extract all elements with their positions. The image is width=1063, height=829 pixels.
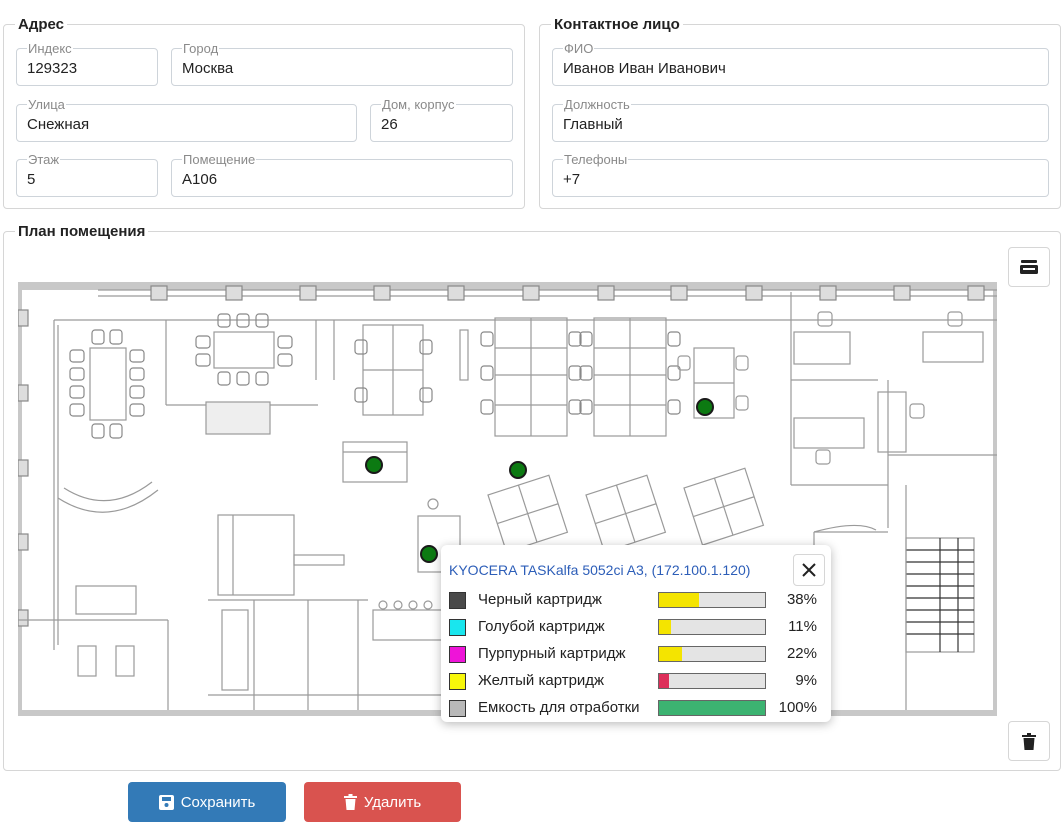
supply-percent: 11%: [788, 618, 817, 635]
name-label: ФИО: [563, 41, 595, 56]
supply-label: Емкость для отработки: [478, 699, 640, 716]
plan-legend: План помещения: [15, 223, 149, 241]
phones-label: Телефоны: [563, 152, 629, 167]
device-ip[interactable]: (172.100.1.120): [652, 562, 751, 578]
supply-color-swatch: [449, 592, 466, 609]
street-field[interactable]: Улица Снежная: [16, 98, 357, 142]
delete-label: Удалить: [363, 793, 422, 811]
device-title[interactable]: KYOCERA TASKalfa 5052ci A3, (172.100.1.1…: [449, 562, 750, 578]
printer-marker[interactable]: [420, 545, 438, 563]
supply-row: Пурпурный картридж 22%: [449, 644, 825, 664]
position-value: Главный: [563, 116, 623, 133]
position-field[interactable]: Должность Главный: [552, 98, 1049, 142]
floor-field[interactable]: Этаж 5: [16, 153, 158, 197]
index-value: 129323: [27, 60, 78, 77]
supply-level-fill: [659, 620, 671, 634]
printer-marker[interactable]: [365, 456, 383, 474]
supply-row: Голубой картридж 11%: [449, 617, 825, 637]
supply-label: Желтый картридж: [478, 672, 605, 689]
supply-level-bar: [658, 619, 766, 635]
supply-color-swatch: [449, 619, 466, 636]
supply-row: Черный картридж 38%: [449, 590, 825, 610]
house-value: 26: [381, 116, 398, 133]
city-value: Москва: [182, 60, 234, 77]
supply-row: Желтый картридж 9%: [449, 671, 825, 691]
name-value: Иванов Иван Иванович: [563, 60, 726, 77]
name-field[interactable]: ФИО Иванов Иван Иванович: [552, 42, 1049, 86]
room-label: Помещение: [182, 152, 257, 167]
supply-percent: 100%: [778, 699, 817, 716]
supply-level-bar: [658, 673, 766, 689]
supply-color-swatch: [449, 700, 466, 717]
supply-level-fill: [659, 701, 765, 715]
supply-percent: 9%: [795, 672, 817, 689]
supply-percent: 22%: [786, 645, 817, 662]
popup-close-button[interactable]: [793, 554, 825, 586]
delete-button[interactable]: Удалить: [304, 782, 461, 822]
supply-label: Пурпурный картридж: [478, 645, 626, 662]
street-label: Улица: [27, 97, 66, 112]
supply-label: Голубой картридж: [478, 618, 605, 635]
phones-value: +7: [563, 171, 581, 188]
supply-label: Черный картридж: [478, 591, 602, 608]
city-field[interactable]: Город Москва: [171, 42, 513, 86]
trash-icon: [1022, 732, 1036, 750]
phones-field[interactable]: Телефоны +7: [552, 153, 1049, 197]
house-field[interactable]: Дом, корпус 26: [370, 98, 513, 142]
trash-icon: [343, 794, 357, 810]
index-field[interactable]: Индекс 129323: [16, 42, 158, 86]
index-label: Индекс: [27, 41, 73, 56]
floor-value: 5: [27, 171, 36, 188]
scan-button[interactable]: [1008, 247, 1050, 287]
supply-level-bar: [658, 700, 766, 716]
floppy-disk-icon: [158, 794, 174, 810]
house-label: Дом, корпус: [381, 97, 456, 112]
supply-level-bar: [658, 592, 766, 608]
city-label: Город: [182, 41, 220, 56]
supply-level-fill: [659, 674, 669, 688]
supply-level-bar: [658, 646, 766, 662]
street-value: Снежная: [27, 116, 90, 133]
floor-label: Этаж: [27, 152, 61, 167]
delete-plan-button[interactable]: [1008, 721, 1050, 761]
position-label: Должность: [563, 97, 631, 112]
address-legend: Адрес: [15, 16, 68, 34]
supply-percent: 38%: [786, 591, 817, 608]
supply-level-fill: [659, 647, 683, 661]
contact-legend: Контактное лицо: [551, 16, 683, 34]
printer-marker[interactable]: [696, 398, 714, 416]
room-field[interactable]: Помещение A106: [171, 153, 513, 197]
device-popup: KYOCERA TASKalfa 5052ci A3, (172.100.1.1…: [441, 545, 831, 722]
printer-marker[interactable]: [509, 461, 527, 479]
room-value: A106: [182, 171, 218, 188]
scanner-icon: [1020, 260, 1038, 274]
supply-color-swatch: [449, 646, 466, 663]
close-icon: [802, 563, 816, 577]
supply-level-fill: [659, 593, 700, 607]
save-button[interactable]: Сохранить: [128, 782, 286, 822]
supply-color-swatch: [449, 673, 466, 690]
supply-row: Емкость для отработки 100%: [449, 698, 825, 718]
device-name[interactable]: KYOCERA TASKalfa 5052ci A3,: [449, 562, 648, 578]
save-label: Сохранить: [180, 793, 256, 811]
